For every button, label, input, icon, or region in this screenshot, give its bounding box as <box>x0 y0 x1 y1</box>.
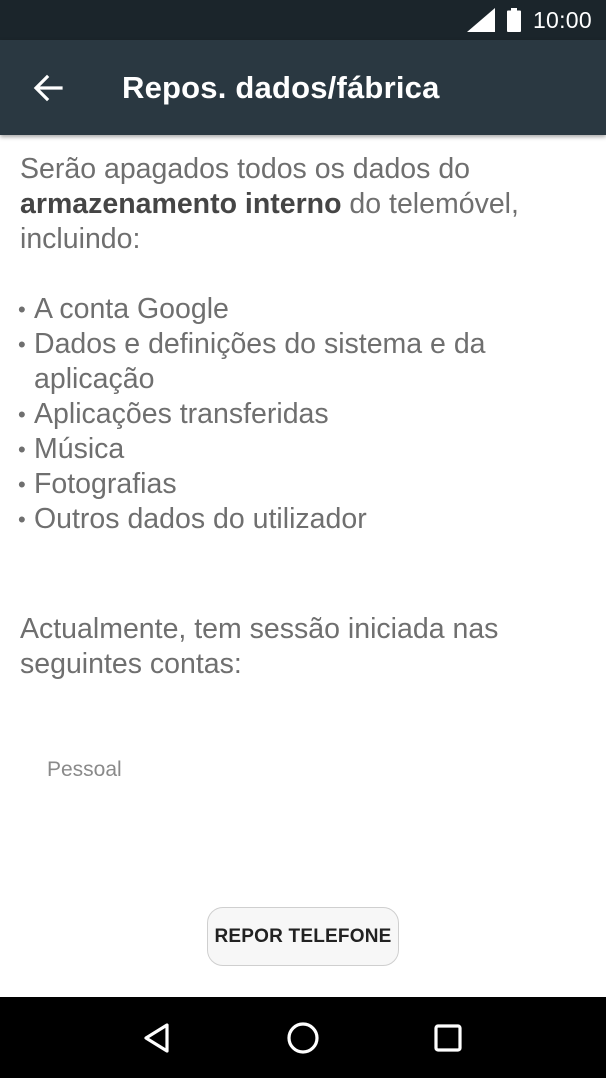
content-area: Serão apagados todos os dados do armazen… <box>18 152 590 682</box>
reset-phone-button[interactable]: REPOR TELEFONE <box>207 907 399 966</box>
list-item: Dados e definições do sistema e da aplic… <box>18 327 590 397</box>
nav-back-button[interactable] <box>128 1008 188 1068</box>
nav-recents-button[interactable] <box>418 1008 478 1068</box>
nav-recents-icon <box>434 1023 462 1052</box>
list-item: Música <box>18 432 590 467</box>
list-item: Outros dados do utilizador <box>18 502 590 537</box>
list-item: Aplicações transferidas <box>18 397 590 432</box>
signal-icon <box>466 8 495 32</box>
intro-bold: armazenamento interno <box>20 188 342 220</box>
app-bar: Repos. dados/fábrica <box>0 40 606 135</box>
status-bar: 10:00 <box>0 0 606 40</box>
list-item: A conta Google <box>18 292 590 327</box>
page-title: Repos. dados/fábrica <box>122 69 440 105</box>
nav-back-icon <box>144 1022 169 1053</box>
accounts-intro: Actualmente, tem sessão iniciada nas seg… <box>20 613 499 680</box>
account-label: Pessoal <box>47 758 122 781</box>
intro-text: Serão apagados todos os dados do armazen… <box>20 152 590 257</box>
nav-home-button[interactable] <box>273 1008 333 1068</box>
back-button[interactable] <box>0 40 96 135</box>
data-list: A conta Google Dados e definições do sis… <box>18 292 590 537</box>
intro-prefix: Serão apagados todos os dados do <box>20 153 471 185</box>
back-arrow-icon <box>33 74 63 101</box>
list-item: Fotografias <box>18 467 590 502</box>
nav-home-icon <box>287 1021 319 1054</box>
battery-icon <box>506 8 521 32</box>
navigation-bar <box>0 997 606 1078</box>
status-time: 10:00 <box>532 6 592 33</box>
